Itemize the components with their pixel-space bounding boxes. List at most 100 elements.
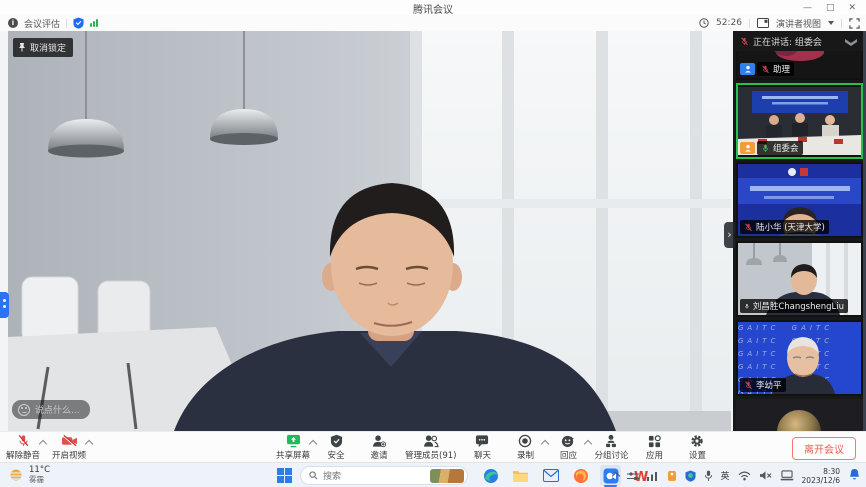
- info-icon: i: [8, 18, 18, 28]
- close-button[interactable]: ✕: [848, 3, 856, 13]
- meeting-topbar: i 会议评估 52:26 演讲者视图: [0, 15, 866, 31]
- chat-label: 聊天: [474, 449, 491, 461]
- speaking-text: 正在讲话: 组委会: [753, 35, 822, 48]
- participant-tile-4[interactable]: GAITC GAITC GAITC GAITC GAITC GAITC GAIT…: [736, 320, 863, 396]
- invite-button[interactable]: 邀请: [362, 432, 396, 463]
- gear-icon: [690, 434, 704, 448]
- minimize-button[interactable]: —: [803, 3, 812, 13]
- mail-app-icon[interactable]: [540, 465, 561, 486]
- share-screen-label: 共享屏幕: [276, 449, 310, 461]
- chevron-up-icon[interactable]: [541, 440, 549, 448]
- participant-tile-3[interactable]: 刘昌胜ChangshengLiu: [736, 241, 863, 317]
- mic-muted-icon: [740, 37, 749, 46]
- participant-tile-2[interactable]: 陆小华 (天津大学): [736, 162, 863, 238]
- apps-label: 应用: [646, 449, 663, 461]
- settings-button[interactable]: 设置: [680, 432, 714, 463]
- view-mode-dropdown[interactable]: 演讲者视图: [776, 17, 821, 30]
- search-icon: [309, 471, 318, 480]
- security-button[interactable]: 安全: [319, 432, 353, 463]
- clock-widget[interactable]: 8:30 2023/12/6: [802, 467, 840, 485]
- record-icon: [518, 434, 532, 448]
- chevron-up-icon[interactable]: [85, 440, 93, 448]
- meeting-evaluate-link[interactable]: 会议评估: [24, 17, 60, 30]
- cellular-bars-icon[interactable]: [647, 471, 659, 481]
- breakout-rooms-icon: [604, 434, 618, 448]
- mixer-icon[interactable]: [627, 471, 639, 481]
- divider: [749, 19, 750, 28]
- mic-active-icon: [761, 144, 770, 153]
- members-icon: [423, 434, 439, 448]
- manage-members-label: 管理成员(91): [405, 449, 456, 461]
- participant-tile-0[interactable]: 助理: [736, 51, 863, 80]
- ime-language-indicator[interactable]: 英: [721, 469, 730, 482]
- record-label: 录制: [517, 449, 534, 461]
- participant-tile-5[interactable]: 潘玥池: [736, 399, 863, 431]
- edge-browser-icon[interactable]: [480, 465, 501, 486]
- search-placeholder: 搜索: [323, 469, 425, 482]
- mic-on-icon: [744, 302, 750, 311]
- chevron-up-icon[interactable]: [309, 440, 317, 448]
- breakout-rooms-label: 分组讨论: [594, 449, 628, 461]
- start-button[interactable]: [277, 468, 292, 483]
- share-screen-button[interactable]: 共享屏幕: [276, 432, 310, 463]
- unmute-button[interactable]: 解除静音: [6, 432, 40, 463]
- main-video-tile[interactable]: 取消锁定 说点什么...: [8, 31, 731, 431]
- speaker-view-icon: [757, 18, 769, 28]
- weather-widget[interactable]: 11°C 雾霾: [8, 465, 50, 484]
- breakout-rooms-button[interactable]: 分组讨论: [594, 432, 628, 463]
- tray-expand-icon[interactable]: [611, 471, 619, 479]
- antivirus-shield-icon[interactable]: [685, 470, 696, 482]
- reactions-button[interactable]: 回应: [551, 432, 585, 463]
- apps-grid-icon: [648, 434, 661, 448]
- divider: [66, 19, 67, 28]
- pin-icon: [18, 43, 26, 52]
- avatar: [777, 410, 821, 431]
- taskbar-search[interactable]: 搜索: [300, 466, 468, 485]
- share-screen-icon: [286, 434, 301, 448]
- collapse-sidebar-button[interactable]: ›: [724, 222, 735, 248]
- chat-button[interactable]: 聊天: [465, 432, 499, 463]
- participant-name: 李幼平: [756, 379, 782, 391]
- start-video-label: 开启视频: [52, 449, 86, 461]
- manage-members-button[interactable]: 管理成员(91): [405, 432, 456, 463]
- fullscreen-icon[interactable]: [849, 18, 860, 29]
- mic-muted-icon: [744, 223, 753, 232]
- window-title: 腾讯会议: [0, 1, 866, 16]
- emoji-icon: [18, 404, 30, 416]
- participant-name: 陆小华 (天津大学): [756, 221, 825, 233]
- mic-muted-icon: [761, 65, 770, 74]
- invite-person-icon: [372, 434, 386, 448]
- settings-label: 设置: [689, 449, 706, 461]
- maximize-button[interactable]: □: [826, 3, 835, 13]
- security-label: 安全: [328, 449, 345, 461]
- battery-laptop-icon[interactable]: [780, 470, 794, 481]
- chevron-up-icon[interactable]: [584, 440, 592, 448]
- tray-mic-icon[interactable]: [704, 470, 713, 482]
- participant-name: 组委会: [773, 142, 799, 154]
- firefox-browser-icon[interactable]: [570, 465, 591, 486]
- security-shield-icon[interactable]: [73, 17, 84, 29]
- floating-side-tag[interactable]: [0, 292, 9, 318]
- leave-meeting-button[interactable]: 离开会议: [792, 437, 856, 460]
- volume-muted-icon[interactable]: [759, 470, 772, 481]
- unpin-label: 取消锁定: [30, 41, 66, 54]
- quick-chat-input[interactable]: 说点什么...: [12, 400, 90, 419]
- record-button[interactable]: 录制: [508, 432, 542, 463]
- apps-button[interactable]: 应用: [637, 432, 671, 463]
- file-explorer-icon[interactable]: [510, 465, 531, 486]
- start-video-button[interactable]: 开启视频: [52, 432, 86, 463]
- news-thumbnail[interactable]: [430, 469, 464, 483]
- usb-device-icon[interactable]: [667, 470, 677, 482]
- unpin-chip[interactable]: 取消锁定: [13, 38, 73, 57]
- chevron-up-icon[interactable]: [39, 440, 47, 448]
- participant-name: 刘昌胜ChangshengLiu: [753, 300, 844, 312]
- participant-tile-1[interactable]: 组委会: [736, 83, 863, 159]
- notification-bell-icon[interactable]: [849, 468, 860, 481]
- quick-chat-placeholder: 说点什么...: [35, 403, 80, 416]
- chevron-down-icon[interactable]: [828, 21, 834, 25]
- app-window: 腾讯会议 — □ ✕ i 会议评估 52:26: [0, 0, 866, 487]
- speaking-indicator: 正在讲话: 组委会: [740, 35, 822, 48]
- windows-taskbar: 11°C 雾霾 搜索: [0, 462, 866, 487]
- wifi-icon[interactable]: [738, 471, 751, 481]
- meeting-logo-icon: [844, 36, 858, 49]
